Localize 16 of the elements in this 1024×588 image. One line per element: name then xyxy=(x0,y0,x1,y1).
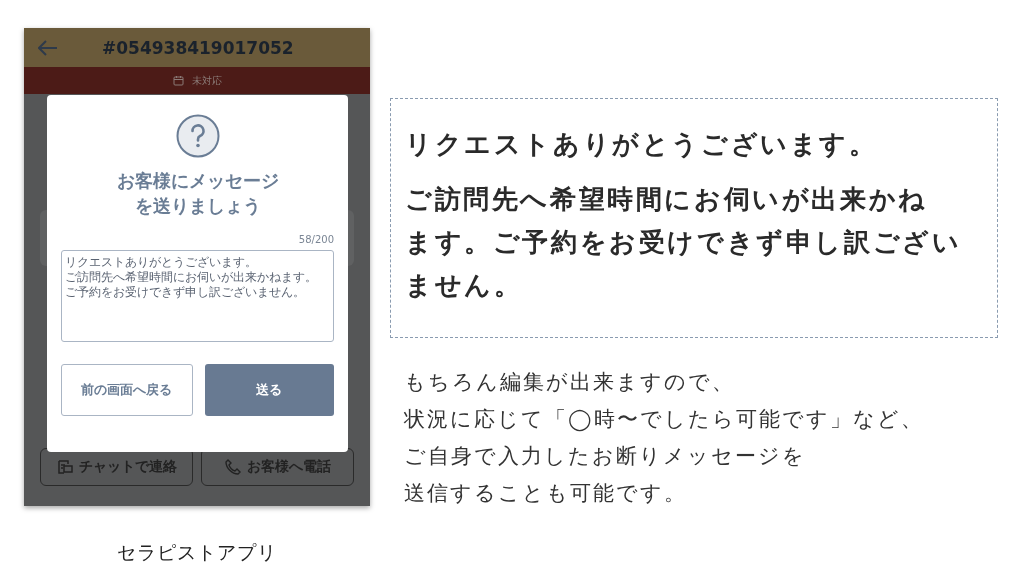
note-text: もちろん編集が出来ますので、 状況に応じて「◯時〜でしたら可能です」など、 ご自身で入力したお断りメッセージを 送信することも可能です。 xyxy=(403,369,925,507)
caption: セラピストアプリ xyxy=(117,540,277,565)
calendar-icon xyxy=(172,75,184,86)
order-number: #054938419017052 xyxy=(102,37,294,58)
callout-text: ご訪問先へ希望時間にお伺いが出来かね ます。ご予約をお受けできず申し訳ござい ません。 xyxy=(405,183,963,302)
callout-text: リクエストありがとうございます。 xyxy=(405,128,879,161)
send-button[interactable]: 送る xyxy=(204,364,334,416)
question-icon xyxy=(175,114,220,158)
dialog-title: お客様にメッセージ を送りましょう xyxy=(116,169,279,218)
character-counter: 58/200 xyxy=(298,234,334,245)
back-button[interactable]: 前の画面へ戻る xyxy=(61,364,193,416)
chat-icon xyxy=(56,459,73,475)
back-arrow-icon[interactable] xyxy=(38,39,58,56)
message-field[interactable]: リクエストありがとうございます。 ご訪問先へ希望時間にお伺いが出来かねます。 ご予約をお受けできず申し訳ございません。 xyxy=(61,250,334,342)
phone-icon xyxy=(224,459,241,475)
status-label: 未対応 xyxy=(191,73,222,88)
